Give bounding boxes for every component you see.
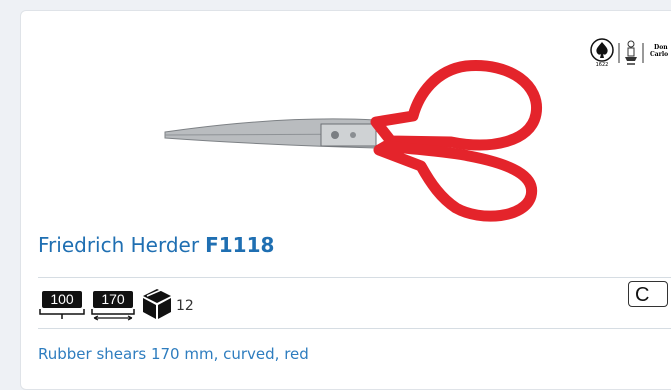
compare-button[interactable]: C: [628, 281, 668, 307]
total-length-badge: 170: [90, 287, 136, 321]
product-title[interactable]: Friedrich Herder F1118: [38, 233, 274, 257]
product-code: F1118: [205, 233, 275, 257]
product-image[interactable]: [151, 46, 551, 226]
cutting-length-badge: 100: [38, 287, 86, 321]
cutting-length-value: 100: [42, 291, 82, 308]
divider: [38, 328, 671, 329]
brand-logos: 1622 Don Carlo: [590, 38, 668, 68]
spade-logo-year: 1622: [596, 62, 609, 68]
product-description: Rubber shears 170 mm, curved, red: [38, 345, 309, 363]
logo-label-bottom: Carlo: [650, 51, 668, 58]
scissors-handle-bottom: [373, 140, 538, 222]
crown-logo-icon: [625, 40, 637, 65]
scissors-handle-top: [370, 60, 542, 151]
logo-label-top: Don: [654, 44, 668, 51]
total-length-value: 170: [93, 291, 133, 308]
package-icon: [143, 289, 171, 319]
package-quantity: 12: [176, 298, 194, 314]
divider: [38, 277, 671, 278]
scissors-pivot: [320, 123, 377, 147]
product-card[interactable]: 1622 Don Carlo Friedrich Herder F1118 100: [20, 10, 671, 390]
product-brand: Friedrich Herder: [38, 233, 200, 257]
